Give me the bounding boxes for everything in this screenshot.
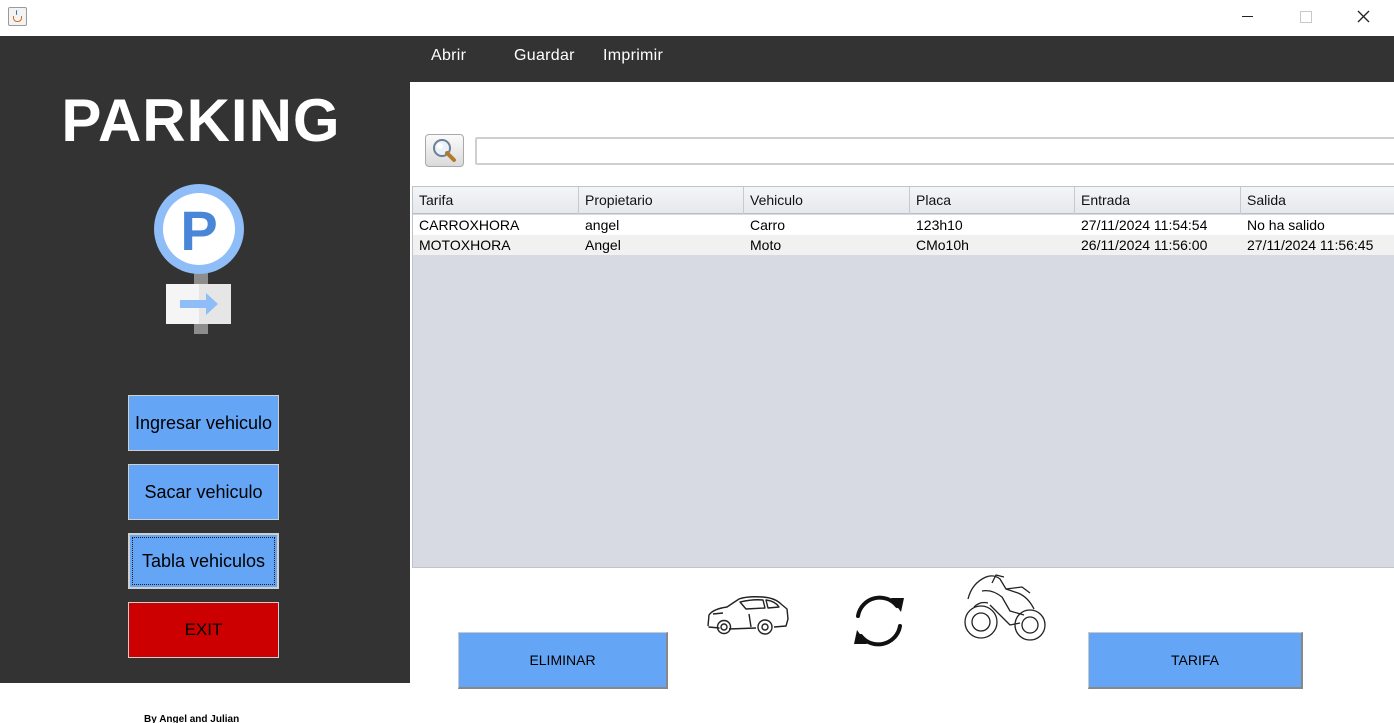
table-row[interactable]: CARROXHORA angel Carro 123h10 27/11/2024… xyxy=(413,215,1394,235)
table-cell: Angel xyxy=(585,237,621,253)
credit-text: By Angel and Julian xyxy=(144,714,240,723)
column-header-salida[interactable]: Salida xyxy=(1241,187,1394,214)
tabla-vehiculos-button[interactable]: Tabla vehiculos xyxy=(128,533,279,589)
table-cell: 27/11/2024 11:54:54 xyxy=(1081,217,1208,233)
svg-text:P: P xyxy=(180,199,217,262)
search-button[interactable] xyxy=(425,134,464,167)
app-window: PARKING P Ingresar vehiculo Sacar vehicu… xyxy=(0,0,1394,723)
car-icon[interactable] xyxy=(705,592,791,642)
close-icon xyxy=(1357,10,1370,23)
parking-sign-icon: P xyxy=(154,184,244,334)
ingresar-vehiculo-button[interactable]: Ingresar vehiculo xyxy=(128,395,279,451)
column-header-placa[interactable]: Placa xyxy=(910,187,1075,214)
java-app-icon xyxy=(8,7,27,26)
search-input[interactable] xyxy=(475,137,1394,165)
table-cell: CMo10h xyxy=(916,237,969,253)
menu-bar: Abrir Guardar Imprimir xyxy=(410,36,1394,82)
app-title: PARKING xyxy=(61,87,341,154)
sidebar: PARKING P Ingresar vehiculo Sacar vehicu… xyxy=(0,36,410,683)
table-cell: 26/11/2024 11:56:00 xyxy=(1081,237,1208,253)
menu-guardar[interactable]: Guardar xyxy=(514,47,575,65)
motorcycle-icon[interactable] xyxy=(962,571,1050,651)
menu-abrir[interactable]: Abrir xyxy=(431,47,466,65)
table-cell: 123h10 xyxy=(916,217,963,233)
column-header-tarifa[interactable]: Tarifa xyxy=(413,187,579,214)
table-cell: No ha salido xyxy=(1247,217,1325,233)
eliminar-button[interactable]: ELIMINAR xyxy=(458,632,668,689)
table-cell: 27/11/2024 11:56:45 xyxy=(1247,237,1374,253)
maximize-button[interactable] xyxy=(1276,0,1336,34)
column-header-propietario[interactable]: Propietario xyxy=(579,187,744,214)
vehicles-table[interactable]: Tarifa Propietario Vehiculo Placa Entrad… xyxy=(412,186,1394,568)
table-cell: Moto xyxy=(750,237,782,253)
table-cell: Carro xyxy=(750,217,786,233)
sacar-vehiculo-button[interactable]: Sacar vehiculo xyxy=(128,464,279,520)
column-header-entrada[interactable]: Entrada xyxy=(1075,187,1241,214)
table-cell: CARROXHORA xyxy=(419,217,520,233)
close-button[interactable] xyxy=(1334,0,1394,34)
table-row[interactable]: MOTOXHORA Angel Moto CMo10h 26/11/2024 1… xyxy=(413,235,1394,255)
table-header: Tarifa Propietario Vehiculo Placa Entrad… xyxy=(413,187,1394,214)
column-header-vehiculo[interactable]: Vehiculo xyxy=(744,187,910,214)
search-icon xyxy=(433,139,456,162)
table-cell: angel xyxy=(585,217,620,233)
refresh-icon[interactable] xyxy=(848,592,910,650)
title-bar xyxy=(0,0,1394,36)
tarifa-button[interactable]: TARIFA xyxy=(1088,632,1303,689)
menu-imprimir[interactable]: Imprimir xyxy=(603,47,663,65)
table-cell: MOTOXHORA xyxy=(419,237,511,253)
minimize-button[interactable] xyxy=(1218,0,1278,34)
exit-button[interactable]: EXIT xyxy=(128,602,279,658)
